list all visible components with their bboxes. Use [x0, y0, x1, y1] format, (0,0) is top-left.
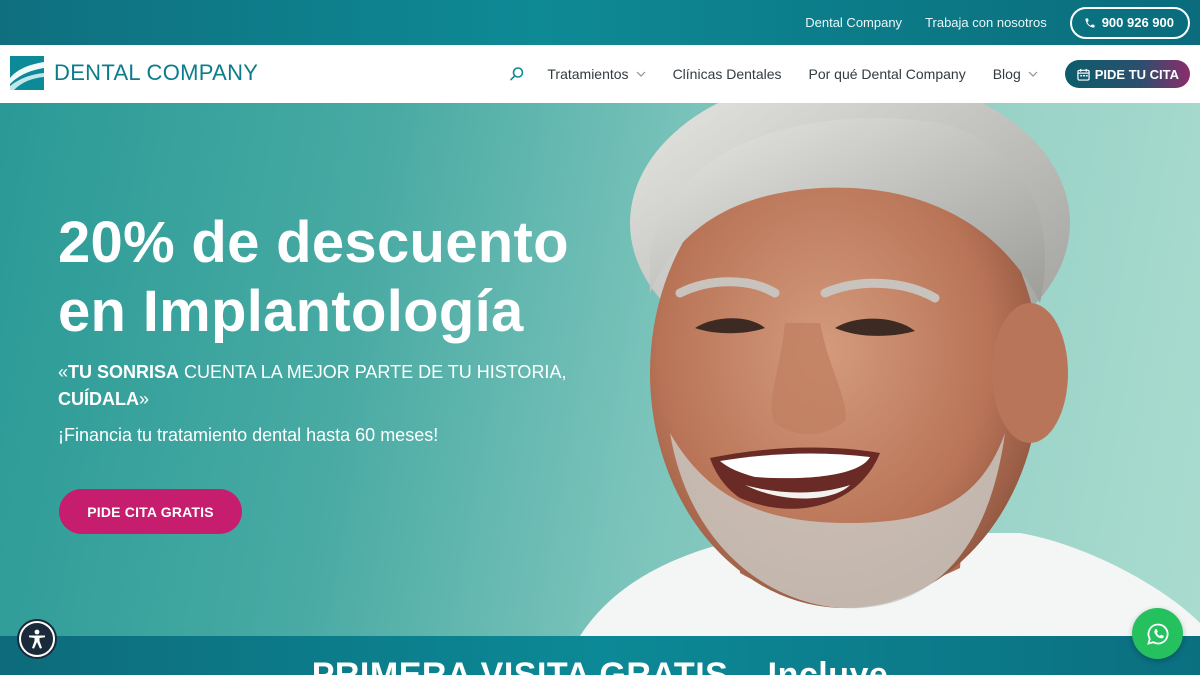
hero-banner: 20% de descuento en Implantología «TU SO…	[0, 103, 1200, 636]
nav-item-label: Clínicas Dentales	[672, 66, 782, 82]
main-navbar: DENTAL COMPANY Tratamientos Clínicas Den…	[0, 45, 1200, 103]
logo-text: DENTAL COMPANY	[54, 60, 259, 85]
nav-item-clinicas[interactable]: Clínicas Dentales	[673, 66, 782, 82]
hero-title-line-1: 20% de descuento	[58, 210, 569, 275]
accessibility-button[interactable]	[17, 619, 57, 659]
hero-financing-text: ¡Financia tu tratamiento dental hasta 60…	[58, 425, 439, 445]
quote-open: «	[58, 362, 69, 382]
promo-band: PRIMERA VISITA GRATIS – Incluye	[0, 636, 1200, 675]
promo-band-text: PRIMERA VISITA GRATIS – Incluye	[311, 656, 889, 675]
topbar-link-jobs[interactable]: Trabaja con nosotros	[925, 15, 1047, 30]
phone-button[interactable]: 900 926 900	[1069, 6, 1190, 39]
quote-text: CUENTA LA MEJOR PARTE DE TU HISTORIA,	[179, 362, 567, 382]
nav-item-label: Blog	[992, 66, 1021, 82]
search-icon[interactable]	[509, 66, 525, 82]
nav-item-label: Tratamientos	[547, 66, 629, 82]
nav-item-tratamientos[interactable]: Tratamientos	[547, 66, 645, 82]
topbar-link-dental-company[interactable]: Dental Company	[805, 15, 902, 30]
free-appointment-button[interactable]: PIDE CITA GRATIS	[59, 489, 242, 534]
nav-item-por-que[interactable]: Por qué Dental Company	[809, 66, 966, 82]
nav-item-label: Por qué Dental Company	[808, 66, 966, 82]
phone-icon	[1085, 18, 1095, 27]
logo-mark-icon	[10, 56, 44, 90]
book-appointment-button[interactable]: PIDE TU CITA	[1064, 60, 1190, 88]
nav-item-blog[interactable]: Blog	[993, 66, 1038, 82]
whatsapp-icon	[1146, 623, 1168, 645]
hero-title-line-2: en Implantología	[58, 279, 524, 344]
hero-quote: «TU SONRISA CUENTA LA MEJOR PARTE DE TU …	[58, 359, 578, 413]
logo[interactable]: DENTAL COMPANY	[10, 56, 258, 90]
book-appointment-label: PIDE TU CITA	[1094, 66, 1179, 82]
chevron-down-icon	[1028, 71, 1038, 77]
quote-close: »	[139, 389, 150, 409]
nav-menu: Tratamientos Clínicas Dentales Por qué D…	[509, 59, 1190, 89]
accessibility-icon	[21, 623, 53, 655]
calendar-icon	[1077, 68, 1090, 81]
hero-title: 20% de descuento en Implantología	[58, 208, 658, 346]
whatsapp-button[interactable]	[1132, 608, 1183, 659]
quote-bold-2: CUÍDALA	[58, 389, 139, 409]
hero-photo-smiling-man	[580, 103, 1200, 636]
phone-number: 900 926 900	[1101, 15, 1174, 30]
top-utility-bar: Dental Company Trabaja con nosotros 900 …	[0, 0, 1200, 45]
chevron-down-icon	[636, 71, 645, 77]
quote-bold-1: TU SONRISA	[68, 362, 180, 382]
